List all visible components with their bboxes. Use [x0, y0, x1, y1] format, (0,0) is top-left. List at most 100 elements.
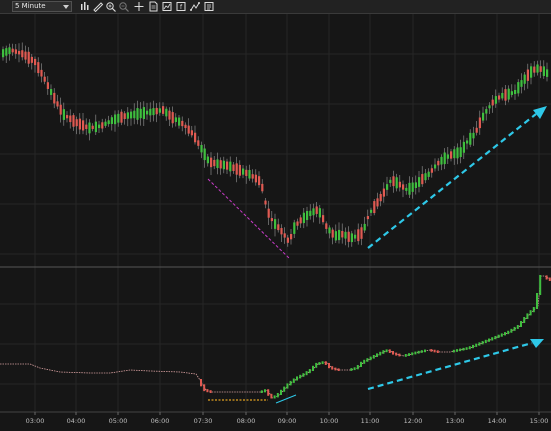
price-candle	[197, 140, 200, 146]
indicator-candle	[452, 349, 455, 353]
price-candle	[434, 164, 437, 169]
price-candle	[88, 122, 91, 134]
price-candle	[142, 107, 145, 119]
timeframe-select[interactable]: 5 Minute	[12, 1, 72, 12]
price-candle	[370, 209, 373, 213]
indicator-divergence-line[interactable]	[275, 394, 297, 404]
price-candle	[360, 227, 363, 239]
chart-toolbar: 5 Minute f	[0, 0, 551, 14]
price-candle	[62, 109, 65, 120]
price-candle	[245, 169, 248, 176]
price-downtrend-line[interactable]	[207, 178, 291, 260]
bar-chart-icon[interactable]	[79, 1, 91, 12]
indicator-candle	[398, 353, 401, 357]
price-candle	[302, 212, 305, 224]
crosshair-icon[interactable]	[133, 1, 145, 12]
price-candle	[101, 122, 104, 129]
zoom-out-icon[interactable]	[118, 1, 130, 12]
indicator-candle	[264, 389, 266, 393]
price-candle	[389, 179, 392, 183]
price-candle	[82, 120, 85, 131]
price-candle	[539, 66, 542, 72]
price-candle	[520, 80, 523, 87]
x-tick-label: 05:00	[109, 417, 128, 425]
price-candle	[402, 184, 405, 190]
price-candle	[344, 231, 347, 239]
price-candle	[91, 125, 94, 130]
price-candle	[43, 76, 46, 82]
price-candle	[126, 112, 129, 119]
indicator-candle	[206, 389, 209, 393]
price-candle	[430, 168, 433, 173]
indicator-candle	[283, 386, 286, 392]
indicator-candle	[292, 378, 295, 383]
indicator-candle	[353, 367, 356, 371]
indicator-candle	[312, 365, 314, 371]
price-candle	[408, 182, 411, 195]
price-candle	[392, 176, 395, 187]
price-candle	[155, 107, 158, 115]
price-candle	[21, 50, 24, 58]
price-candle	[78, 118, 81, 130]
price-candle	[293, 222, 296, 234]
indicator-candle	[436, 350, 439, 353]
indicator-candle	[302, 373, 305, 377]
indicator-candle	[200, 379, 202, 387]
price-candle	[469, 132, 472, 145]
indicator-candle	[507, 330, 510, 335]
price-candle	[536, 64, 539, 73]
indicators-icon[interactable]: f	[175, 1, 187, 12]
price-candle	[354, 234, 357, 239]
price-candle	[37, 62, 40, 74]
indicator-candle	[296, 376, 298, 381]
indicator-candle	[276, 393, 279, 398]
price-candle	[75, 119, 78, 127]
price-candle	[498, 95, 501, 100]
pencil-draw-icon[interactable]	[92, 1, 104, 12]
price-candle	[475, 127, 478, 133]
indicator-candle	[424, 349, 426, 353]
chart-style-icon[interactable]	[161, 1, 173, 12]
chart-area[interactable]: 03:00 04:00 05:00 06:00 07:30 08:00 09:00 10:00…	[0, 14, 551, 431]
price-candle	[446, 154, 449, 159]
price-candle	[491, 99, 494, 106]
properties-icon[interactable]	[203, 1, 215, 12]
price-candle	[379, 193, 382, 202]
indicator-uptrend-arrow[interactable]	[367, 341, 533, 391]
strategies-icon[interactable]	[189, 1, 201, 12]
price-candle	[485, 109, 488, 114]
indicator-candle	[523, 317, 526, 323]
price-candle	[56, 101, 59, 107]
indicator-candle	[321, 361, 324, 365]
indicator-candle	[539, 275, 542, 295]
indicator-candle	[529, 310, 532, 316]
price-candle	[210, 157, 213, 168]
price-candle	[427, 171, 430, 177]
x-tick-label: 09:00	[278, 417, 297, 425]
price-candle	[450, 151, 453, 159]
indicator-candle	[504, 332, 506, 336]
price-candle	[306, 210, 309, 221]
svg-text:f: f	[180, 4, 183, 11]
price-candle	[526, 69, 529, 81]
indicator-candle	[376, 353, 378, 357]
price-candle	[299, 217, 302, 224]
price-candle	[226, 161, 229, 170]
price-candle	[248, 170, 251, 179]
data-box-icon[interactable]	[147, 1, 159, 12]
price-candle	[219, 160, 222, 169]
price-candle	[190, 130, 193, 136]
x-tick-label: 14:00	[488, 417, 507, 425]
x-tick-label: 11:00	[361, 417, 380, 425]
price-candle	[152, 108, 155, 116]
price-candle	[267, 208, 270, 218]
x-tick-label: 15:00	[530, 417, 549, 425]
price-candle	[411, 182, 414, 192]
price-candle	[341, 230, 344, 238]
indicator-candle	[497, 334, 500, 338]
price-candle	[398, 181, 401, 188]
zoom-in-icon[interactable]	[105, 1, 117, 12]
indicator-candle	[379, 351, 382, 356]
x-tick-label: 13:00	[446, 417, 465, 425]
price-candle	[14, 49, 17, 54]
